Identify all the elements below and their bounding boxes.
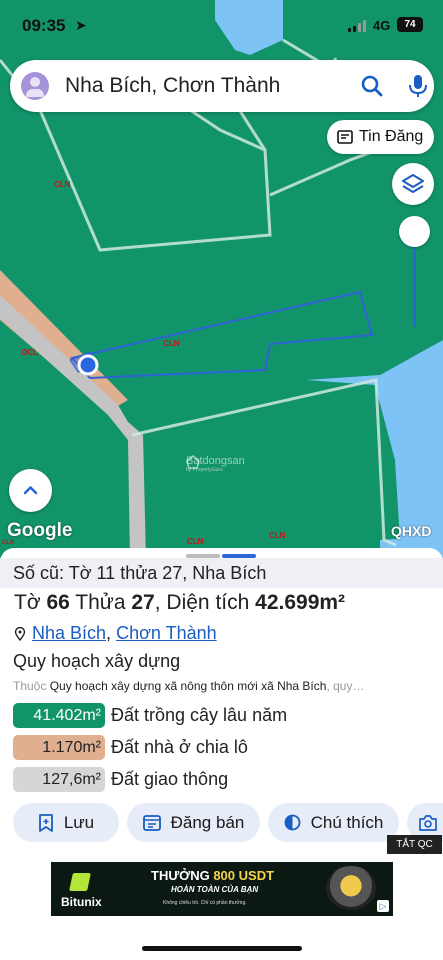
status-bar: 09:35 ➤ 4G 74: [0, 0, 443, 52]
ad-line2: HOÀN TOÀN CỦA BẠN: [171, 885, 259, 894]
save-label: Lưu: [63, 812, 95, 832]
bitunix-logo-icon: [69, 873, 91, 891]
legend-label: Đất nhà ở chia lô: [111, 737, 248, 757]
area-value: 42.699m²: [255, 591, 346, 614]
legend-label: Đất giao thông: [111, 769, 229, 789]
legend-item: 1.170m² Đất nhà ở chia lô: [13, 735, 248, 760]
microphone-icon[interactable]: [407, 73, 429, 99]
planning-subtitle[interactable]: Thuộc Quy hoạch xây dựng xã nông thôn mớ…: [13, 679, 441, 693]
save-button[interactable]: Lưu: [13, 803, 119, 842]
chevron-up-icon: [23, 486, 38, 495]
district-link[interactable]: Chơn Thành: [116, 623, 217, 643]
map-label-cln: CLN: [187, 537, 204, 546]
listings-button[interactable]: Tin Đăng: [327, 120, 434, 154]
search-icon[interactable]: [360, 74, 384, 98]
thua-value: 27: [131, 591, 155, 614]
old-parcel-info: Số cũ: Tờ 11 thửa 27, Nha Bích: [0, 558, 443, 588]
map-label-ocl: OCL: [21, 348, 38, 357]
layer-code-label: QHXD: [391, 523, 432, 539]
post-label: Đăng bán: [170, 812, 245, 832]
commune-link[interactable]: Nha Bích: [32, 623, 106, 643]
contrast-icon: [284, 814, 301, 831]
map-label-cln: CLN: [54, 180, 71, 189]
legend-area-badge: 127,6m²: [13, 767, 105, 792]
thua-label: Thửa: [75, 591, 126, 614]
planning-sub-text: Quy hoạch xây dựng xã nông thôn mới xã N…: [49, 679, 327, 693]
avatar[interactable]: [21, 72, 49, 100]
road-border: [0, 270, 128, 412]
opacity-slider-thumb[interactable]: [399, 216, 430, 247]
parcel-title: Tờ 66 Thửa 27, Diện tích 42.699m²: [14, 591, 346, 614]
planning-sub-prefix: Thuộc: [13, 679, 47, 693]
google-logo: Google: [7, 520, 73, 541]
to-value: 66: [46, 591, 70, 614]
post-for-sale-button[interactable]: Đăng bán: [127, 803, 260, 842]
legend-item: 41.402m² Đất trồng cây lâu năm: [13, 703, 287, 728]
batdongsan-watermark: Batdongsan by PropertyGuru: [186, 455, 245, 473]
action-bar: Lưu Đăng bán Chú thích: [13, 803, 443, 842]
ad-line3: Không chiêu trò. Chỉ có phần thưởng.: [163, 900, 247, 906]
map-label-cln: CLN: [269, 531, 286, 540]
listings-label: Tin Đăng: [359, 128, 424, 145]
map-label-cln: CLN: [163, 339, 180, 348]
opacity-slider-track[interactable]: [413, 245, 416, 327]
parcel-location: Nha Bích, Chơn Thành: [14, 623, 217, 644]
battery-level: 74: [404, 19, 416, 30]
area-label: Diện tích: [166, 591, 250, 614]
search-bar[interactable]: Nha Bích, Chơn Thành: [10, 60, 434, 112]
legend-button[interactable]: Chú thích: [268, 803, 399, 842]
selected-parcel: [70, 290, 374, 380]
adchoices-icon[interactable]: ▷: [377, 900, 389, 912]
ad-banner[interactable]: Bitunix THƯỞNG 800 USDT HOÀN TOÀN CỦA BẠ…: [51, 862, 393, 916]
legend-item: 127,6m² Đất giao thông: [13, 767, 228, 792]
layers-button[interactable]: [392, 163, 434, 205]
battery-icon: 74: [397, 17, 423, 32]
layers-icon: [402, 174, 424, 193]
status-time: 09:35: [22, 16, 66, 35]
signal-icon: [348, 20, 366, 32]
legend-area-badge: 1.170m²: [13, 735, 105, 760]
search-input[interactable]: Nha Bích, Chơn Thành: [65, 74, 280, 98]
legend-label: Đất trồng cây lâu năm: [111, 705, 288, 725]
planning-sub-suffix: , quy…: [326, 679, 365, 693]
home-indicator[interactable]: [142, 946, 302, 951]
to-label: Tờ: [14, 591, 41, 614]
legend-label: Chú thích: [310, 812, 384, 832]
ad-headline: THƯỞNG 800 USDT: [151, 868, 275, 883]
bookmark-add-icon: [38, 813, 53, 832]
batdongsan-logo-icon: [186, 455, 200, 469]
network-type: 4G: [373, 18, 391, 33]
listing-icon: [142, 814, 161, 831]
ad-brand: Bitunix: [61, 895, 102, 909]
hide-ads-button[interactable]: TẮT QC: [387, 835, 442, 854]
camera-add-icon: [419, 814, 437, 831]
expand-up-button[interactable]: [9, 469, 52, 512]
ad-coins-image: [326, 866, 376, 910]
screen: CLN CLN OCL CLN CLN CLN Batdongsan by Pro…: [0, 0, 443, 960]
parcel-info-sheet: Số cũ: Tờ 11 thửa 27, Nha Bích Tờ 66 Thử…: [0, 548, 443, 960]
location-arrow-icon: ➤: [75, 17, 87, 33]
location-pin-icon: [14, 626, 26, 641]
newspaper-icon: [337, 130, 353, 144]
planning-title: Quy hoạch xây dựng: [13, 651, 181, 671]
location-dot: [77, 354, 99, 376]
legend-area-badge: 41.402m²: [13, 703, 105, 728]
location-separator: ,: [106, 623, 112, 643]
